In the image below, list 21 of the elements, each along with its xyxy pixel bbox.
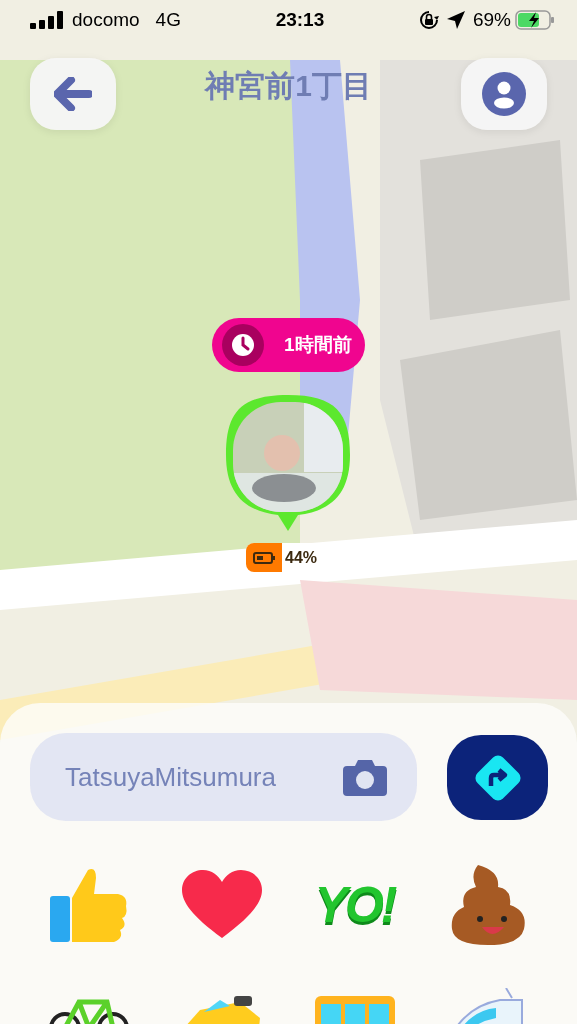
clock-time: 23:13 — [275, 7, 325, 32]
battery-icon — [253, 551, 275, 564]
message-bar[interactable]: TatsuyaMitsumura — [30, 733, 417, 821]
location-title: 神宮前1丁目 — [205, 67, 372, 104]
back-arrow-icon — [54, 77, 92, 111]
profile-icon — [482, 72, 526, 116]
network-type: 4G — [155, 7, 181, 32]
yo-sticker[interactable]: YO! — [311, 862, 398, 948]
heart-icon — [181, 870, 262, 940]
back-button[interactable] — [30, 58, 116, 130]
battery-percent: 69% — [472, 7, 511, 32]
message-field[interactable]: TatsuyaMitsumura — [63, 756, 343, 798]
rotation-lock-icon — [418, 10, 439, 30]
camera-icon[interactable] — [343, 758, 387, 796]
carrier-name: docomo — [72, 7, 140, 32]
battery-charging-icon — [515, 10, 555, 30]
profile-button[interactable] — [461, 58, 547, 130]
signal-icon — [30, 11, 64, 29]
clock-icon — [222, 324, 264, 366]
location-arrow-icon — [446, 11, 465, 29]
time-bubble: 1時間前 — [212, 318, 365, 372]
